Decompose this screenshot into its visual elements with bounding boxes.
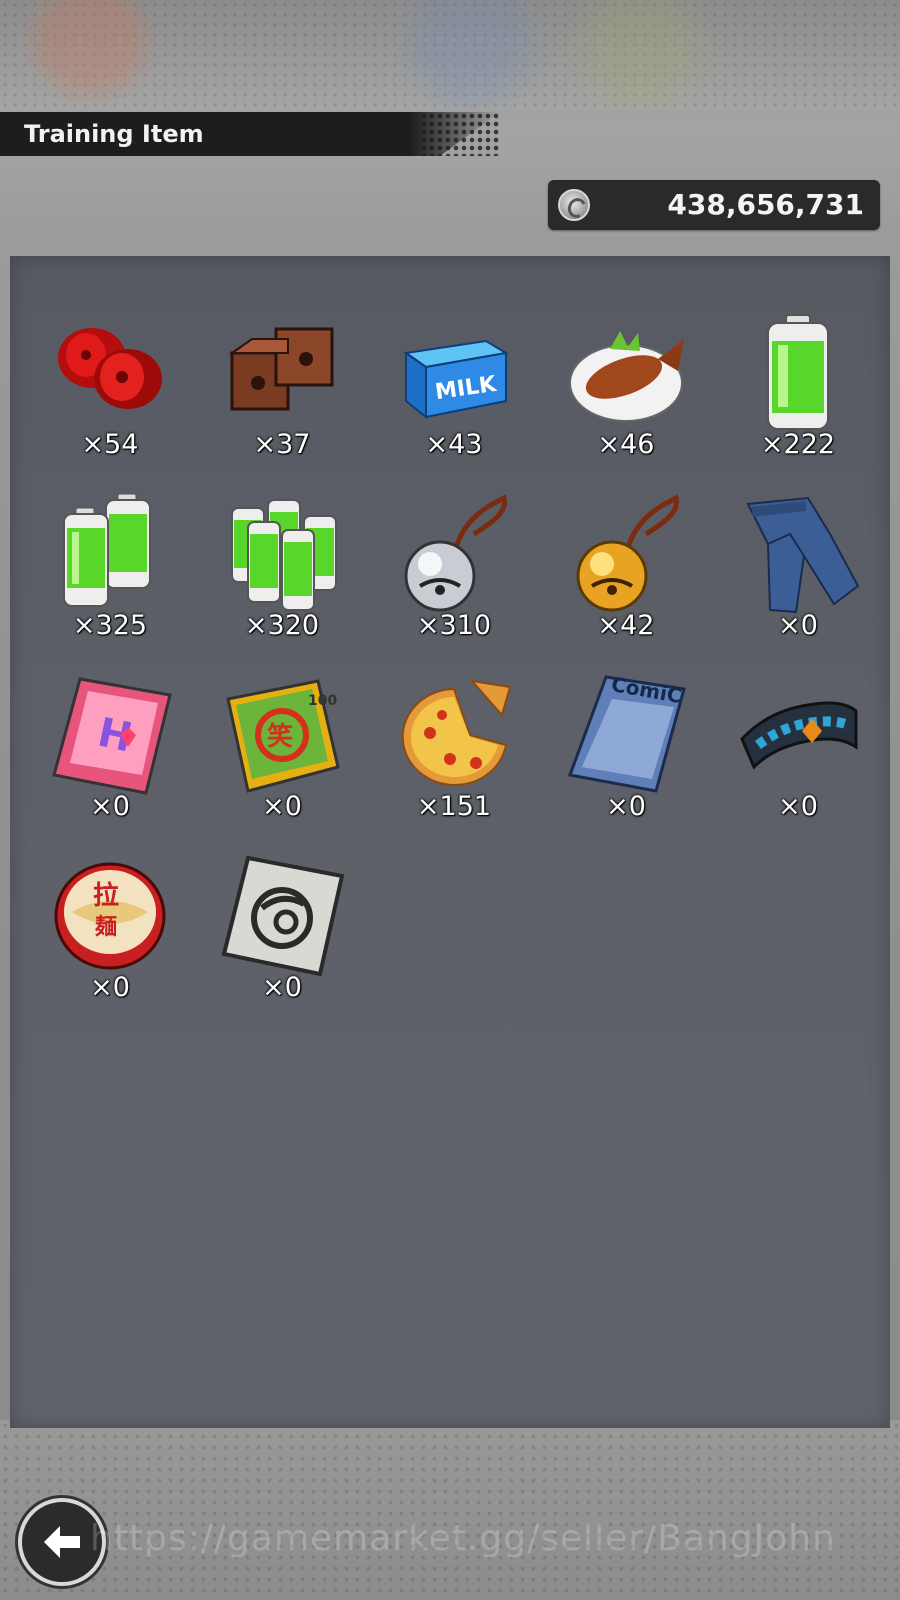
currency-display: 438,656,731 [548, 180, 880, 230]
item-quantity: ×0 [90, 791, 130, 822]
battery-pair-icon [63, 493, 151, 607]
item-quantity: ×0 [778, 791, 818, 822]
bottom-background [0, 1420, 900, 1600]
grilled-fish-icon [569, 331, 684, 422]
page-title: Training Item [24, 120, 204, 148]
item-quantity: ×0 [262, 972, 302, 1003]
top-background [0, 0, 900, 110]
item-slot-bricks[interactable]: ×37 [196, 311, 368, 491]
item-slot-comic-book[interactable]: ComiC ×0 [540, 672, 712, 853]
svg-text:100: 100 [308, 693, 337, 709]
currency-amount: 438,656,731 [667, 188, 864, 221]
item-slot-silver-bell[interactable]: ×310 [368, 492, 540, 672]
svg-text:笑: 笑 [267, 721, 293, 752]
svg-text:拉: 拉 [93, 880, 119, 911]
milk-carton-icon: MILK [403, 339, 509, 420]
item-quantity: ×54 [81, 429, 139, 460]
item-slot-battery-pair[interactable]: ×325 [24, 492, 196, 672]
battery-icon [767, 314, 829, 430]
item-quantity: ×0 [606, 791, 646, 822]
item-quantity: ×151 [416, 791, 492, 822]
jeans-icon [746, 496, 860, 614]
item-quantity: ×0 [778, 610, 818, 641]
item-slot-fish[interactable]: ×46 [540, 311, 712, 491]
back-arrow-icon [44, 1526, 80, 1558]
zeni-coin-icon [558, 189, 590, 221]
title-banner-halftone [420, 112, 500, 156]
silver-bell-icon [404, 494, 508, 612]
item-slot-magazine[interactable]: H ×0 [24, 673, 196, 853]
item-slot-battery-pack[interactable]: ×320 [196, 492, 368, 672]
bricks-icon [228, 327, 334, 411]
item-quantity: ×222 [760, 429, 836, 460]
wristband-icon [740, 701, 858, 770]
item-quantity: ×0 [90, 972, 130, 1003]
red-weights-icon [58, 328, 162, 409]
gold-bell-icon [576, 494, 680, 612]
joke-book-icon: 笑 100 [226, 679, 340, 793]
item-quantity: ×310 [416, 610, 492, 641]
item-slot-cup-ramen[interactable]: 拉 麺 ×0 [24, 854, 196, 1034]
battery-pack-icon [231, 499, 337, 611]
item-slot-battery[interactable]: ×222 [712, 311, 884, 491]
item-grid-panel: ×54 ×37 MILK ×43 ×46 ×222 ×325 ×320 ×310… [10, 256, 890, 1428]
item-quantity: ×0 [262, 791, 302, 822]
item-quantity: ×43 [425, 429, 483, 460]
item-quantity: ×37 [253, 429, 311, 460]
comic-book-icon: ComiC [567, 672, 686, 793]
capsule-card-icon [221, 855, 345, 977]
item-quantity: ×42 [597, 610, 655, 641]
pizza-icon [401, 679, 512, 786]
item-slot-pizza[interactable]: ×151 [368, 673, 540, 853]
item-slot-joke-book[interactable]: 笑 100 ×0 [196, 673, 368, 853]
item-quantity: ×320 [244, 610, 320, 641]
item-slot-capsule-card[interactable]: ×0 [196, 854, 368, 1034]
magazine-icon: H [52, 677, 172, 795]
item-quantity: ×325 [72, 610, 148, 641]
watermark-text: https://gamemarket.gg/seller/BangJohn [90, 1518, 836, 1559]
item-quantity: ×46 [597, 429, 655, 460]
svg-text:麺: 麺 [94, 914, 117, 940]
item-slot-red-weights[interactable]: ×54 [24, 311, 196, 491]
item-slot-wristband[interactable]: ×0 [712, 673, 884, 853]
item-slot-jeans[interactable]: ×0 [712, 492, 884, 672]
item-slot-milk[interactable]: MILK ×43 [368, 311, 540, 491]
item-slot-gold-bell[interactable]: ×42 [540, 492, 712, 672]
cup-ramen-icon: 拉 麺 [54, 862, 166, 970]
